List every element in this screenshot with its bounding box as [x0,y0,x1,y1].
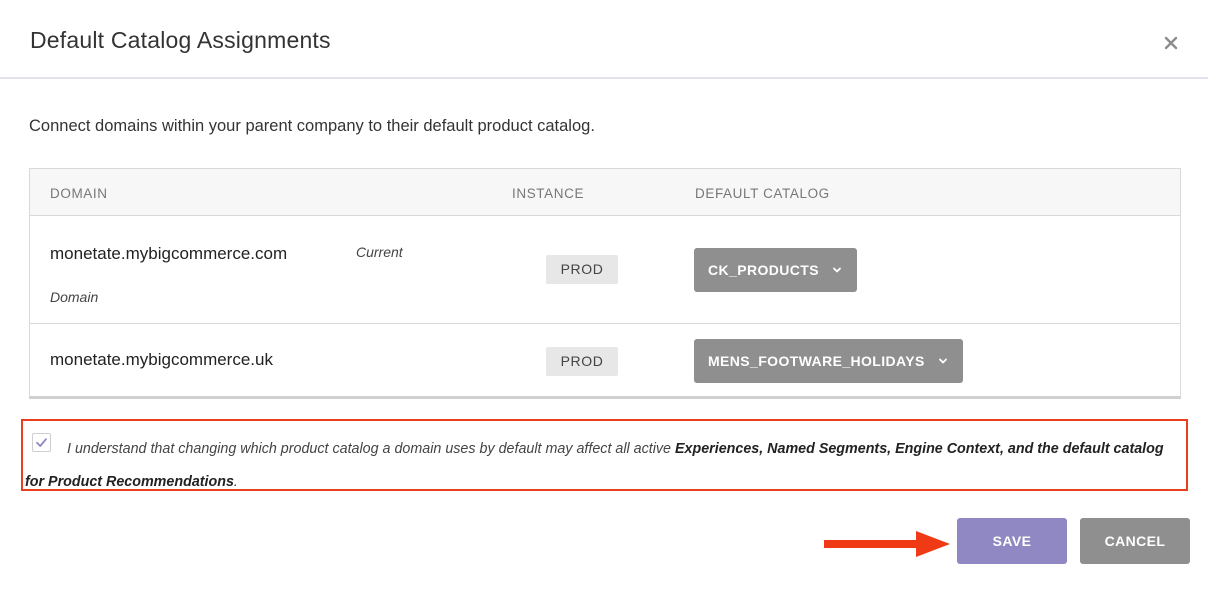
column-header-instance: INSTANCE [512,186,585,201]
catalog-table: DOMAIN INSTANCE DEFAULT CATALOG monetate… [29,168,1181,399]
acknowledgement-text: I understand that changing which product… [25,433,1185,499]
instance-badge: PROD [546,255,618,284]
catalog-assignment-dialog: Default Catalog Assignments Connect doma… [0,0,1208,593]
catalog-dropdown-label: MENS_FOOTWARE_HOLIDAYS [708,353,925,369]
acknowledgement-bold-1: Experiences, Named Segments, Engine Cont… [674,441,1004,457]
domain-name: monetate.mybigcommerce.uk [50,350,273,369]
instance-badge: PROD [546,347,618,376]
acknowledgement-checkbox[interactable] [32,433,51,452]
column-header-domain: DOMAIN [50,186,108,201]
dialog-header: Default Catalog Assignments [0,0,1208,79]
dialog-title: Default Catalog Assignments [30,27,331,53]
current-domain-label: Current [356,244,403,260]
domain-name: monetate.mybigcommerce.com [50,244,288,263]
catalog-dropdown[interactable]: MENS_FOOTWARE_HOLIDAYS [694,339,963,383]
acknowledgement-box: I understand that changing which product… [21,419,1188,491]
close-button[interactable] [1160,32,1182,54]
acknowledgement-text-end: . [233,474,238,490]
acknowledgement-text-start: I understand that changing which product… [67,441,675,457]
chevron-down-icon [833,267,841,273]
cancel-button[interactable]: CANCEL [1080,518,1190,564]
table-row: monetate.mybigcommerce.uk PROD MENS_FOOT… [30,324,1180,397]
catalog-dropdown[interactable]: CK_PRODUCTS [694,248,857,292]
catalog-dropdown-label: CK_PRODUCTS [708,262,819,278]
checkmark-icon [36,438,47,447]
dialog-description: Connect domains within your parent compa… [29,117,595,135]
column-header-default-catalog: DEFAULT CATALOG [695,186,830,201]
arrow-right-icon [824,531,950,557]
close-icon [1164,36,1178,50]
save-button[interactable]: SAVE [957,518,1067,564]
chevron-down-icon [938,358,947,364]
current-domain-label-cont: Domain [50,289,99,305]
table-row: monetate.mybigcommerce.com Current Domai… [30,216,1180,324]
table-header: DOMAIN INSTANCE DEFAULT CATALOG [30,169,1180,216]
